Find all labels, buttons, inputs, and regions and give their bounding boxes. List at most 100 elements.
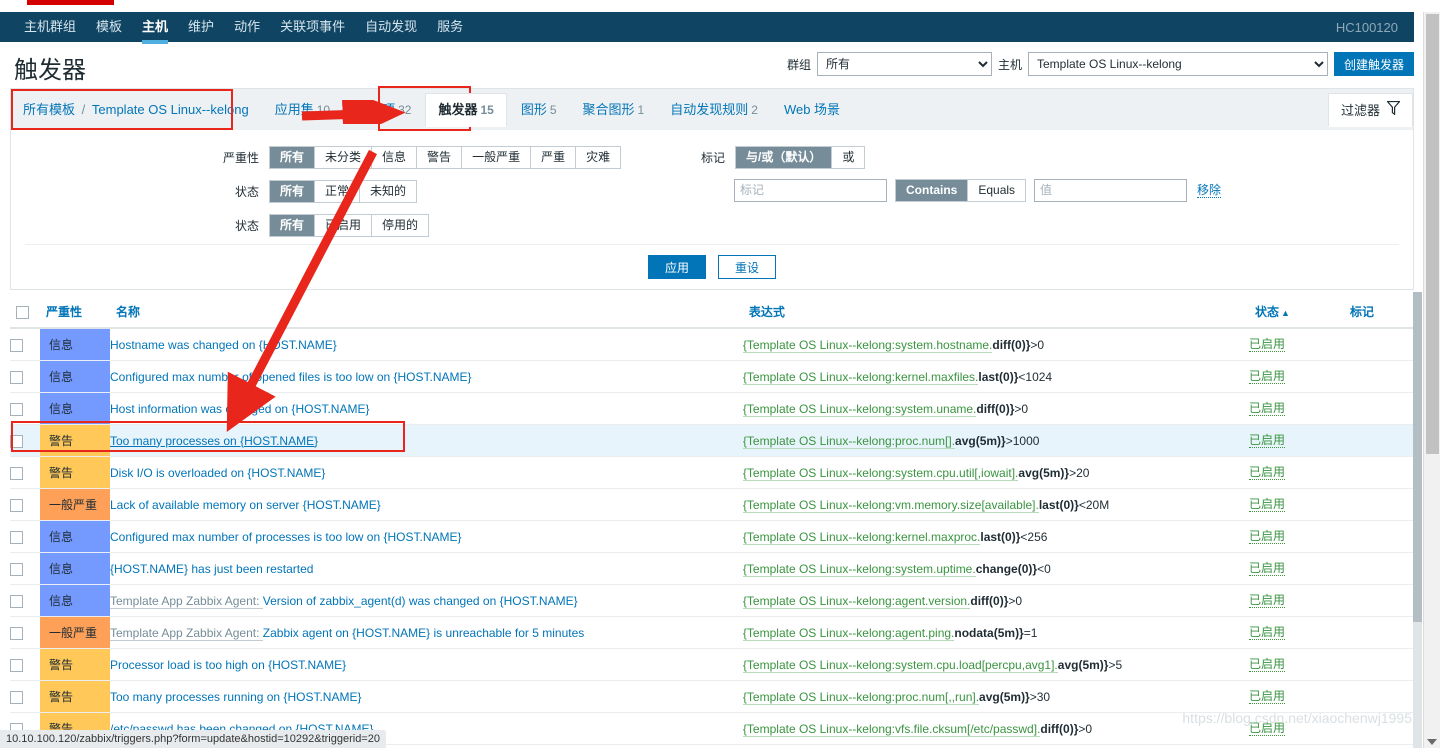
- trigger-name-link[interactable]: Too many processes on {HOST.NAME}: [110, 434, 318, 448]
- trigger-name-link[interactable]: Disk I/O is overloaded on {HOST.NAME}: [110, 466, 325, 480]
- table-row[interactable]: 信息 Host information was changed on {HOST.…: [10, 392, 1414, 425]
- tab-items[interactable]: 监控项 32: [344, 94, 423, 126]
- status-toggle-link[interactable]: 已启用: [1249, 689, 1286, 704]
- row-checkbox[interactable]: [10, 402, 23, 416]
- expression-item-link[interactable]: {Template OS Linux--kelong:system.uptime…: [742, 561, 976, 577]
- status-toggle-link[interactable]: 已启用: [1249, 497, 1286, 512]
- row-checkbox[interactable]: [10, 594, 23, 608]
- severity-option-not-classified[interactable]: 未分类: [315, 146, 373, 168]
- row-checkbox[interactable]: [10, 530, 23, 544]
- trigger-name-link[interactable]: Processor load is too high on {HOST.NAME…: [110, 658, 346, 672]
- status-toggle-link[interactable]: 已启用: [1249, 593, 1286, 608]
- column-header-severity[interactable]: 严重性: [40, 296, 110, 329]
- status-toggle-link[interactable]: 已启用: [1249, 529, 1286, 544]
- status-toggle-link[interactable]: 已启用: [1249, 625, 1286, 640]
- row-checkbox[interactable]: [10, 562, 23, 576]
- nav-item-hosts[interactable]: 主机: [132, 12, 178, 44]
- create-trigger-button[interactable]: 创建触发器: [1333, 52, 1414, 76]
- status-option-disabled[interactable]: 停用的: [372, 214, 429, 236]
- trigger-name-prefix[interactable]: Template App Zabbix Agent:: [110, 625, 263, 641]
- trigger-name-link[interactable]: Zabbix agent on {HOST.NAME} is unreachab…: [263, 626, 585, 640]
- row-checkbox[interactable]: [10, 498, 23, 512]
- status-toggle-link[interactable]: 已启用: [1249, 561, 1286, 576]
- row-checkbox[interactable]: [10, 338, 23, 352]
- expression-item-link[interactable]: {Template OS Linux--kelong:proc.num[].: [742, 433, 956, 449]
- tab-discovery-rules[interactable]: 自动发现规则 2: [658, 94, 770, 126]
- page-scrollbar[interactable]: [1423, 12, 1440, 748]
- status-option-all[interactable]: 所有: [270, 214, 316, 236]
- state-option-normal[interactable]: 正常: [315, 180, 361, 202]
- trigger-name-link[interactable]: Configured max number of opened files is…: [110, 370, 472, 384]
- group-select[interactable]: 所有: [816, 52, 992, 76]
- trigger-name-link[interactable]: Version of zabbix_agent(d) was changed o…: [263, 594, 578, 608]
- scroll-down-arrow-icon[interactable]: [1427, 739, 1437, 745]
- severity-option-average[interactable]: 一般严重: [462, 146, 532, 168]
- table-row[interactable]: 信息 {HOST.NAME} has just been restarted {Te…: [10, 552, 1414, 585]
- table-row[interactable]: 警告 Too many processes on {HOST.NAME} {Temp…: [10, 424, 1414, 457]
- tab-graphs[interactable]: 图形 5: [509, 94, 569, 126]
- expression-item-link[interactable]: {Template OS Linux--kelong:agent.ping.: [742, 625, 955, 641]
- status-toggle-link[interactable]: 已启用: [1249, 337, 1286, 352]
- table-row[interactable]: 一般严重 Template App Zabbix Agent: Zabbix ag…: [10, 616, 1414, 649]
- trigger-name-prefix[interactable]: Template App Zabbix Agent:: [110, 593, 263, 609]
- trigger-name-link[interactable]: Configured max number of processes is to…: [110, 530, 462, 544]
- expression-item-link[interactable]: {Template OS Linux--kelong:system.hostna…: [742, 337, 993, 353]
- row-checkbox[interactable]: [10, 466, 23, 480]
- filter-tab[interactable]: 过滤器: [1327, 92, 1413, 127]
- status-toggle-link[interactable]: 已启用: [1249, 721, 1286, 736]
- tab-screens[interactable]: 聚合图形 1: [571, 94, 657, 126]
- expression-item-link[interactable]: {Template OS Linux--kelong:system.uname.: [742, 401, 977, 417]
- host-select[interactable]: Template OS Linux--kelong: [1027, 52, 1328, 76]
- severity-option-high[interactable]: 严重: [531, 146, 577, 168]
- nav-item-templates[interactable]: 模板: [86, 12, 132, 42]
- tag-match-equals[interactable]: Equals: [968, 179, 1026, 201]
- row-checkbox[interactable]: [10, 690, 23, 704]
- page-scrollbar-thumb[interactable]: [1426, 14, 1439, 454]
- expression-item-link[interactable]: {Template OS Linux--kelong:system.cpu.ut…: [742, 465, 1019, 481]
- severity-option-warning[interactable]: 警告: [417, 146, 463, 168]
- trigger-name-link[interactable]: Host information was changed on {HOST.NA…: [110, 402, 369, 416]
- row-checkbox[interactable]: [10, 434, 23, 448]
- select-all-checkbox[interactable]: [16, 305, 29, 319]
- nav-item-services[interactable]: 服务: [427, 12, 473, 42]
- table-row[interactable]: 警告 Processor load is too high on {HOST.NA…: [10, 648, 1414, 681]
- tag-value-input[interactable]: [1034, 178, 1188, 202]
- trigger-name-link[interactable]: {HOST.NAME} has just been restarted: [110, 562, 313, 576]
- state-option-unknown[interactable]: 未知的: [360, 180, 417, 202]
- nav-user-label[interactable]: HC100120: [1336, 20, 1414, 35]
- severity-option-information[interactable]: 信息: [372, 146, 418, 168]
- expression-item-link[interactable]: {Template OS Linux--kelong:vm.memory.siz…: [742, 497, 1039, 513]
- nav-item-maintenance[interactable]: 维护: [178, 12, 224, 42]
- status-toggle-link[interactable]: 已启用: [1249, 369, 1286, 384]
- apply-button[interactable]: 应用: [647, 255, 706, 279]
- tag-name-input[interactable]: [734, 178, 887, 202]
- reset-button[interactable]: 重设: [718, 255, 777, 279]
- tag-operator-andor[interactable]: 与/或（默认）: [736, 146, 833, 168]
- trigger-name-link[interactable]: Lack of available memory on server {HOST…: [110, 498, 381, 512]
- status-toggle-link[interactable]: 已启用: [1249, 433, 1286, 448]
- table-row[interactable]: 警告 Disk I/O is overloaded on {HOST.NAME} {…: [10, 456, 1414, 489]
- status-toggle-link[interactable]: 已启用: [1249, 465, 1286, 480]
- table-row[interactable]: 信息 Template App Zabbix Agent: Version of …: [10, 584, 1414, 617]
- status-toggle-link[interactable]: 已启用: [1249, 401, 1286, 416]
- nav-item-correlation[interactable]: 关联项事件: [270, 12, 355, 42]
- expression-item-link[interactable]: {Template OS Linux--kelong:kernel.maxpro…: [742, 529, 981, 545]
- nav-item-discovery[interactable]: 自动发现: [355, 12, 427, 42]
- expression-item-link[interactable]: {Template OS Linux--kelong:vfs.file.cksu…: [742, 721, 1041, 737]
- breadcrumb-current[interactable]: Template OS Linux--kelong: [92, 102, 249, 117]
- severity-option-disaster[interactable]: 灾难: [576, 146, 621, 168]
- column-header-name[interactable]: 名称: [110, 296, 743, 329]
- table-row[interactable]: 警告 Too many processes running on {HOST.NA…: [10, 680, 1414, 713]
- table-row[interactable]: 信息 Configured max number of opened files …: [10, 360, 1414, 393]
- table-inner-scrollbar[interactable]: [1413, 292, 1422, 748]
- table-row[interactable]: 一般严重 Lack of available memory on server {…: [10, 488, 1414, 521]
- tag-match-contains[interactable]: Contains: [896, 179, 969, 201]
- row-checkbox[interactable]: [10, 370, 23, 384]
- nav-item-actions[interactable]: 动作: [224, 12, 270, 42]
- row-checkbox[interactable]: [10, 658, 23, 672]
- tab-web-scenarios[interactable]: Web 场景: [772, 94, 855, 126]
- table-inner-scrollbar-thumb[interactable]: [1413, 292, 1422, 622]
- tag-remove-link[interactable]: 移除: [1197, 183, 1222, 198]
- severity-option-all[interactable]: 所有: [270, 146, 316, 168]
- column-header-status[interactable]: 状态 ▲: [1249, 296, 1344, 329]
